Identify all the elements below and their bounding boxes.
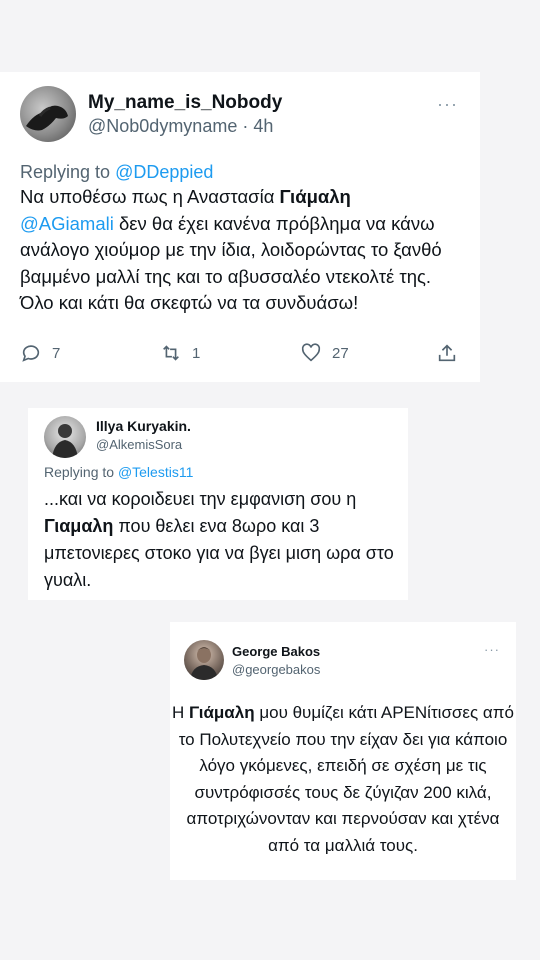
tweet-text: Να υποθέσω πως η Αναστασία Γιάμαλη @AGia… — [20, 184, 470, 317]
replying-to-link[interactable]: @DDeppied — [115, 162, 213, 182]
display-name[interactable]: George Bakos — [232, 644, 320, 659]
tweet-text-part: Όλο και κάτι θα σκεφτώ να τα συνδυάσω! — [20, 292, 359, 313]
retweet-button[interactable]: 1 — [160, 342, 200, 364]
tweet-card-2: Illya Kuryakin. @AlkemisSora Replying to… — [28, 408, 408, 600]
share-button[interactable] — [436, 342, 458, 364]
heart-icon — [301, 343, 321, 362]
tweet-text: Η Γιάμαλη μου θυμίζει κάτι ΑΡΕΝίτισσες α… — [170, 700, 516, 859]
more-options-icon[interactable]: ··· — [437, 94, 458, 115]
retweet-icon — [163, 345, 179, 361]
reply-count: 7 — [52, 344, 61, 362]
tweet-text-bold: Γιάμαλη — [279, 186, 351, 207]
more-options-icon[interactable]: ··· — [484, 642, 500, 657]
display-name[interactable]: Illya Kuryakin. — [96, 418, 191, 434]
like-count: 27 — [332, 344, 349, 362]
replying-to-link[interactable]: @Telestis11 — [118, 464, 193, 480]
tweet-text-part: μου θυμίζει κάτι ΑΡΕΝίτισσες από το Πολυ… — [178, 703, 514, 855]
avatar[interactable] — [44, 416, 86, 458]
tweet-text-bold: Γιάμαλη — [189, 703, 255, 722]
like-button[interactable]: 27 — [300, 342, 349, 364]
replying-to: Replying to @Telestis11 — [44, 464, 193, 480]
user-handle[interactable]: @Nob0dymyname — [88, 116, 237, 136]
tweet-text: ...και να κοροιδευει την εμφανιση σου η … — [44, 486, 404, 594]
tweet-text-bold: Γιαμαλη — [44, 516, 114, 536]
tweet-text-part: Η — [172, 703, 190, 722]
avatar[interactable] — [20, 86, 76, 142]
user-handle[interactable]: @AlkemisSora — [96, 437, 182, 452]
action-bar: 7 1 27 — [20, 342, 470, 366]
timestamp[interactable]: · 4h — [242, 116, 273, 136]
tweet-text-part: Να υποθέσω πως η Αναστασία — [20, 186, 280, 207]
display-name[interactable]: My_name_is_Nobody — [88, 92, 282, 114]
handle-and-time[interactable]: @Nob0dymyname · 4h — [88, 116, 273, 137]
share-icon — [438, 344, 456, 362]
replying-to-label: Replying to — [20, 162, 116, 182]
avatar[interactable] — [184, 640, 224, 680]
user-handle[interactable]: @georgebakos — [232, 662, 320, 677]
retweet-count: 1 — [192, 344, 201, 362]
tweet-text-part: ...και να κοροιδευει την εμφανιση σου η — [44, 489, 357, 509]
replying-to: Replying to @DDeppied — [20, 162, 213, 183]
reply-icon — [22, 345, 40, 362]
mention-link[interactable]: @AGiamali — [20, 213, 114, 234]
replying-to-label: Replying to — [44, 464, 118, 480]
reply-button[interactable]: 7 — [20, 342, 60, 364]
tweet-card-1: My_name_is_Nobody @Nob0dymyname · 4h ···… — [0, 72, 480, 382]
tweet-card-3: George Bakos @georgebakos ··· Η Γιάμαλη … — [170, 622, 516, 880]
